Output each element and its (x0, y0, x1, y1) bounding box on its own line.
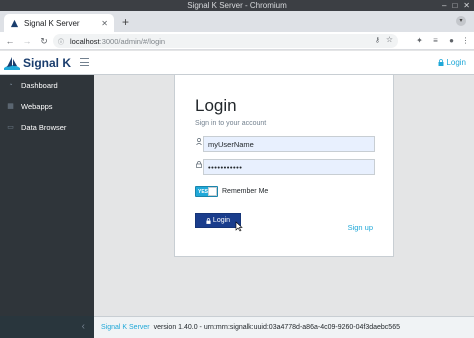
url-text: localhost:3000/admin/#/login (70, 37, 165, 46)
forward-icon[interactable]: → (20, 34, 34, 48)
toggle-knob (208, 187, 217, 196)
address-bar[interactable]: ⓘ localhost:3000/admin/#/login ⚷ ☆ (53, 34, 398, 48)
password-input[interactable] (203, 159, 375, 175)
brand[interactable]: Signal K (4, 54, 71, 72)
tab-strip: Signal K Server ✕ + ▾ (0, 11, 474, 32)
close-window-button[interactable]: ✕ (463, 0, 470, 11)
new-tab-icon[interactable]: + (122, 15, 129, 29)
sidebar-item-dashboard[interactable]: ◔ Dashboard (0, 75, 94, 96)
sidebar-item-label: Data Browser (21, 123, 67, 132)
tab-close-icon[interactable]: ✕ (101, 19, 108, 28)
window-title: Signal K Server - Chromium (187, 1, 287, 10)
mouse-cursor-icon (235, 221, 243, 232)
back-icon[interactable]: ← (3, 34, 17, 48)
user-icon (195, 136, 203, 152)
remember-me-toggle[interactable]: YES (195, 186, 218, 197)
info-icon[interactable]: ⓘ (58, 37, 64, 46)
sidebar-item-label: Webapps (21, 102, 53, 111)
header-login-link[interactable]: Login (438, 58, 466, 67)
lock-icon (206, 217, 211, 224)
sidebar: ◔ Dashboard ▦ Webapps ▭ Data Browser ‹ (0, 75, 94, 338)
password-field-group (195, 159, 375, 175)
toggle-state-label: YES (198, 189, 209, 195)
signalk-logo-icon (4, 57, 20, 70)
key-icon[interactable]: ⚷ (375, 36, 380, 44)
window-controls: – □ ✕ (442, 0, 470, 11)
chevron-left-icon[interactable]: ‹ (82, 321, 85, 332)
signalk-favicon-icon (10, 19, 19, 27)
login-card: Login Sign in to your account YES Rememb… (174, 75, 394, 257)
login-subtitle: Sign in to your account (195, 120, 267, 127)
app-footer: Signal K Server version 1.40.0 - urn:mrn… (94, 316, 474, 338)
brand-name: Signal K (23, 56, 72, 70)
sidebar-item-data-browser[interactable]: ▭ Data Browser (0, 117, 94, 138)
url-path: :3000/admin/#/login (99, 36, 166, 46)
app-header: Signal K Login (0, 51, 474, 75)
speedometer-icon: ◔ (8, 82, 13, 89)
remember-me-label: Remember Me (222, 188, 269, 195)
browser-menu-icon[interactable]: ⋮ (460, 35, 471, 46)
sidebar-item-webapps[interactable]: ▦ Webapps (0, 96, 94, 117)
browser-toolbar: ← → ↻ ⓘ localhost:3000/admin/#/login ⚷ ☆ (0, 32, 474, 50)
main-content: Login Sign in to your account YES Rememb… (94, 75, 474, 316)
username-field-group (195, 136, 375, 152)
sidebar-footer: ‹ (0, 316, 94, 338)
url-host: localhost (70, 36, 100, 46)
signup-link[interactable]: Sign up (348, 223, 373, 232)
sidebar-item-label: Dashboard (21, 81, 58, 90)
footer-product-link[interactable]: Signal K Server (101, 324, 150, 331)
tab-search-icon[interactable]: ▾ (456, 16, 466, 26)
maximize-button[interactable]: □ (452, 0, 457, 11)
profile-icon[interactable]: ● (446, 35, 457, 46)
lock-icon (195, 159, 203, 175)
login-button-label: Login (212, 217, 231, 224)
header-login-label: Login (446, 58, 466, 67)
footer-version-text: version 1.40.0 - urn:mrn:signalk:uuid:03… (153, 324, 400, 331)
tab-title: Signal K Server (24, 18, 80, 28)
window-titlebar: Signal K Server - Chromium – □ ✕ (0, 0, 474, 11)
hamburger-menu-icon[interactable] (80, 58, 89, 66)
media-icon[interactable]: ≡ (430, 35, 441, 46)
extensions-icon[interactable]: ✦ (414, 35, 425, 46)
username-input[interactable] (203, 136, 375, 152)
remember-me-row: YES Remember Me (195, 186, 268, 197)
grid-icon: ▦ (7, 103, 14, 110)
lock-icon (438, 59, 444, 66)
bookmark-star-icon[interactable]: ☆ (386, 35, 393, 44)
login-title: Login (195, 96, 237, 115)
minimize-button[interactable]: – (442, 0, 446, 11)
folder-icon: ▭ (7, 124, 14, 131)
browser-tab[interactable]: Signal K Server ✕ (4, 14, 114, 32)
reload-icon[interactable]: ↻ (37, 34, 51, 48)
